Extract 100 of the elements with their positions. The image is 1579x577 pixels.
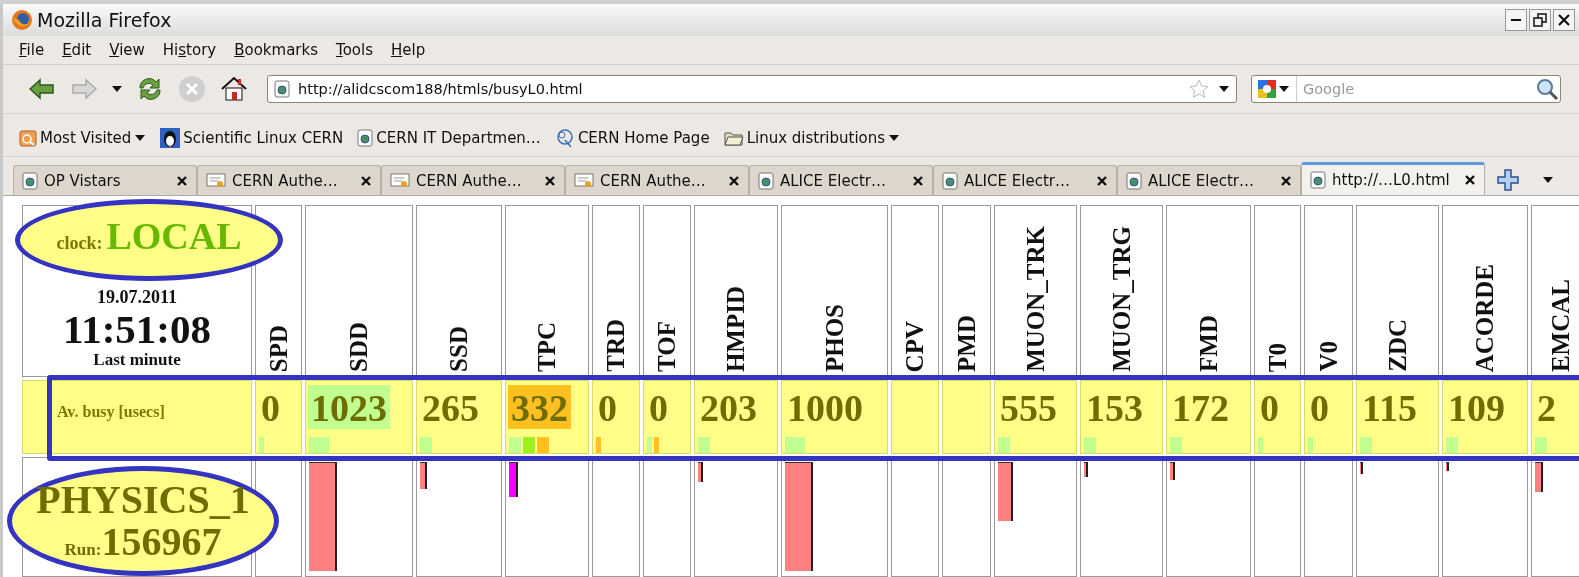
certificate-icon	[390, 171, 410, 190]
detector-name: PHOS	[820, 303, 849, 374]
run-label: Run:	[64, 540, 102, 560]
restore-icon	[1533, 13, 1547, 27]
history-caret-icon	[111, 85, 123, 93]
busy-value: 265	[421, 386, 480, 429]
menu-item[interactable]: Bookmarks	[234, 41, 318, 59]
close-tab-icon[interactable]	[912, 174, 924, 187]
bookmark-item[interactable]: CERN IT Departmen…	[357, 129, 541, 147]
row-label: Av. busy [usecs]	[56, 402, 166, 421]
bookmark-item[interactable]: CERN Home Page	[554, 128, 710, 148]
date-text: 19.07.2011	[97, 287, 177, 308]
busy-value: 0	[260, 386, 281, 429]
clock-label: clock:	[56, 233, 103, 254]
browser-tab[interactable]: ALICE Electr…	[1117, 165, 1301, 195]
page-icon	[1310, 171, 1326, 189]
detector-name: TPC	[533, 322, 561, 374]
page-icon	[22, 171, 38, 190]
close-tab-icon[interactable]	[176, 174, 188, 187]
window-title: Mozilla Firefox	[37, 9, 173, 31]
page-icon	[274, 80, 290, 98]
busy-value: 0	[597, 386, 618, 429]
penguin-icon	[160, 128, 181, 148]
browser-tab[interactable]: ALICE Electr…	[933, 165, 1117, 195]
clock-value: LOCAL	[106, 214, 242, 258]
detector-name: T0	[1263, 342, 1292, 374]
busy-value: 2	[1536, 386, 1557, 429]
menu-item[interactable]: View	[109, 41, 145, 59]
reload-icon[interactable]	[136, 76, 164, 102]
browser-tab[interactable]: CERN Authe…	[565, 165, 749, 195]
bookmark-item[interactable]: Linux distributions	[723, 129, 901, 147]
detector-name: PMD	[952, 315, 981, 374]
detector-name: SSD	[445, 326, 473, 374]
busy-value: 555	[999, 386, 1058, 429]
detector-name: V0	[1314, 341, 1343, 374]
new-tab-icon[interactable]	[1496, 168, 1520, 192]
run-type: PHYSICS_1	[36, 479, 250, 521]
page-icon	[758, 171, 774, 190]
busy-value: 153	[1085, 386, 1144, 429]
period-text: Last minute	[93, 350, 181, 370]
detector-name: CPV	[901, 320, 929, 374]
bookmark-item[interactable]: Scientific Linux CERN	[160, 128, 344, 148]
tab-list-caret-icon	[1542, 176, 1554, 184]
browser-tab[interactable]: OP Vistars	[13, 165, 197, 195]
busy-value: 115	[1361, 386, 1418, 429]
menu-item[interactable]: File	[19, 41, 45, 59]
search-icon[interactable]	[1536, 78, 1560, 100]
certificate-icon	[574, 171, 594, 190]
menu-item[interactable]: Tools	[336, 41, 373, 59]
minimize-button[interactable]	[1505, 9, 1527, 31]
menu-item[interactable]: Help	[390, 41, 426, 59]
restore-button[interactable]	[1529, 9, 1551, 31]
home-icon[interactable]	[220, 76, 248, 102]
menu-item[interactable]: Edit	[62, 41, 92, 59]
close-tab-icon[interactable]	[544, 174, 556, 187]
dropdown-caret-icon	[1218, 85, 1230, 93]
browser-tab[interactable]: ALICE Electr…	[749, 165, 933, 195]
busy-value: 1000	[786, 386, 864, 429]
browser-tab[interactable]: http://…L0.html	[1301, 162, 1485, 195]
menu-item[interactable]: History	[162, 41, 217, 59]
certificate-icon	[206, 171, 226, 190]
ring-logo-icon	[554, 128, 575, 148]
browser-logo-icon	[11, 9, 33, 31]
detector-name: FMD	[1194, 315, 1223, 374]
busy-value: 0	[1309, 386, 1330, 429]
detector-name: HMPID	[722, 285, 750, 374]
close-button[interactable]	[1553, 9, 1575, 31]
detector-name: TRD	[602, 319, 630, 374]
detector-name: ACORDE	[1471, 263, 1499, 374]
busy-value: 0	[648, 386, 669, 429]
engine-caret-icon	[1278, 85, 1290, 93]
detector-name: ZDC	[1383, 319, 1412, 374]
browser-tab[interactable]: CERN Authe…	[381, 165, 565, 195]
busy-value: 0	[1259, 386, 1280, 429]
detector-name: TOF	[653, 321, 681, 374]
back-arrow-icon[interactable]	[29, 78, 55, 100]
close-tab-icon[interactable]	[360, 174, 372, 187]
busy-value: 172	[1171, 386, 1230, 429]
detector-name: MUON_TRG	[1107, 226, 1136, 374]
browser-tab[interactable]: CERN Authe…	[197, 165, 381, 195]
close-tab-icon[interactable]	[728, 174, 740, 187]
search-engine-icon[interactable]	[1258, 80, 1276, 98]
bookmark-item[interactable]: Most Visited	[19, 129, 147, 147]
address-field[interactable]: http://alidcscom188/htmls/busyL0.html	[267, 75, 1237, 103]
minimize-icon	[1511, 19, 1521, 21]
detector-name: EMCAL	[1547, 278, 1575, 374]
close-tab-icon[interactable]	[1280, 174, 1292, 187]
close-tab-icon[interactable]	[1096, 174, 1108, 187]
close-tab-icon[interactable]	[1464, 174, 1476, 186]
run-number: 156967	[101, 521, 222, 563]
page-icon	[357, 129, 374, 147]
busy-value: 1023	[308, 385, 390, 429]
detector-name: MUON_TRK	[1021, 226, 1050, 374]
busy-value: 332	[508, 385, 571, 429]
close-icon	[1557, 13, 1571, 27]
busy-value: 109	[1447, 386, 1506, 429]
detector-name: SDD	[345, 322, 373, 374]
star-icon[interactable]	[1188, 78, 1210, 100]
page-icon	[942, 171, 958, 190]
page-icon	[1126, 171, 1142, 190]
